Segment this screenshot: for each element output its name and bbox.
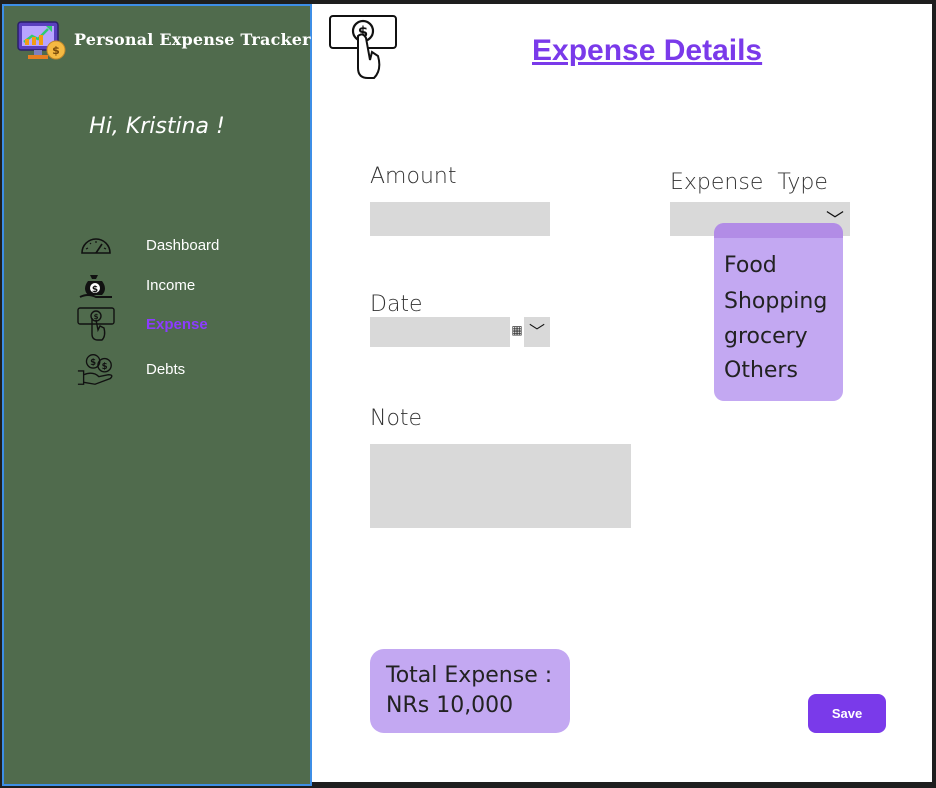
sidebar-item-debts[interactable]: $ $ Debts <box>76 352 276 386</box>
total-expense-label: Total Expense : <box>386 663 553 688</box>
total-expense-value: NRs 10,000 <box>386 693 514 718</box>
total-expense-card: Total Expense : NRs 10,000 <box>370 649 570 733</box>
dropdown-option-food[interactable]: Food <box>724 253 777 278</box>
main-panel: $ Expense Details Amount Expense Type ﹀ … <box>312 4 932 782</box>
note-textarea[interactable] <box>370 444 631 528</box>
dropdown-option-shopping[interactable]: Shopping <box>724 289 827 314</box>
note-label: Note <box>370 406 423 431</box>
svg-text:$: $ <box>92 285 98 295</box>
app-logo: $ <box>16 16 66 62</box>
date-chevron-down-icon[interactable]: ﹀ <box>524 317 550 347</box>
sidebar-item-label: Expense <box>146 315 208 333</box>
calendar-icon[interactable]: ▦ <box>510 322 524 338</box>
expense-type-dropdown: Food Shopping grocery Others <box>714 223 843 401</box>
cash-hand-icon: $ <box>76 307 116 341</box>
sidebar: $ Personal Expense Tracker Hi, Kristina … <box>2 4 312 786</box>
svg-text:$: $ <box>94 313 99 321</box>
date-input[interactable] <box>370 317 510 347</box>
money-bag-icon: $ <box>76 268 116 302</box>
svg-text:$: $ <box>102 362 108 372</box>
page-title: Expense Details <box>532 34 763 67</box>
dropdown-option-grocery[interactable]: grocery <box>724 324 808 349</box>
svg-text:$: $ <box>90 358 96 368</box>
sidebar-item-dashboard[interactable]: Dashboard <box>76 228 276 262</box>
sidebar-item-label: Dashboard <box>146 236 220 254</box>
sidebar-item-income[interactable]: $ Income <box>76 268 276 302</box>
cash-hand-icon: $ <box>328 14 398 82</box>
save-button[interactable]: Save <box>808 694 886 733</box>
svg-text:$: $ <box>52 44 60 57</box>
greeting-text: Hi, Kristina ! <box>89 114 225 139</box>
speedometer-icon <box>76 228 116 262</box>
dropdown-header-strip <box>714 223 843 238</box>
sidebar-item-label: Debts <box>146 360 186 378</box>
sidebar-item-label: Income <box>146 276 196 294</box>
expense-type-label: Expense Type <box>670 170 828 195</box>
dropdown-option-others[interactable]: Others <box>724 358 798 383</box>
app-title: Personal Expense Tracker <box>74 30 311 49</box>
amount-label: Amount <box>370 164 457 189</box>
date-label: Date <box>370 292 423 317</box>
amount-input[interactable] <box>370 202 550 236</box>
sidebar-item-expense[interactable]: $ Expense <box>76 307 276 341</box>
monitor-chart-logo-icon: $ <box>17 21 66 60</box>
hand-coins-icon: $ $ <box>76 352 116 386</box>
